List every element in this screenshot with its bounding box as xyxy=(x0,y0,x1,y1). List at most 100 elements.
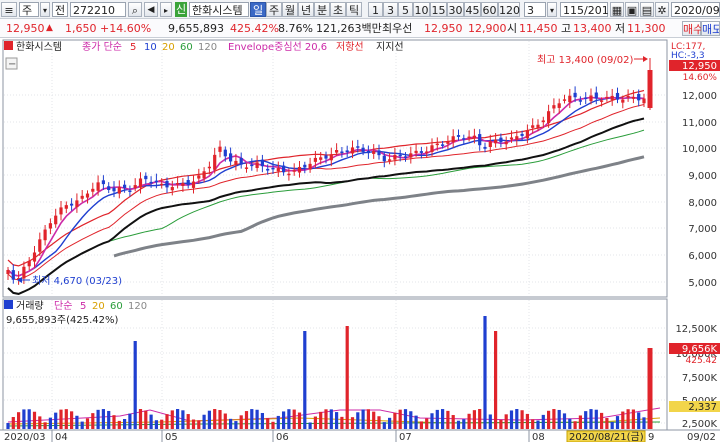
candle-body xyxy=(462,138,466,140)
candle-body xyxy=(43,229,47,241)
volume-bar xyxy=(271,421,275,429)
period-day-button[interactable]: 일 xyxy=(250,2,266,17)
date-label: 08 xyxy=(532,432,545,442)
candle-body xyxy=(112,187,116,192)
legend-envelope: Envelope중심선 20,6 xyxy=(228,41,327,53)
period-month-button[interactable]: 월 xyxy=(282,2,298,17)
candle-body xyxy=(573,92,577,98)
date-input[interactable]: 2020/09/04 xyxy=(671,2,720,17)
turnover: 8.76% xyxy=(278,22,313,35)
period-tick-button[interactable]: 틱 xyxy=(346,2,362,17)
candle-body xyxy=(191,181,196,188)
candle-body xyxy=(366,151,370,154)
candle-body xyxy=(101,180,105,185)
volume-bar xyxy=(552,409,556,429)
best-quote-label: 최우선 xyxy=(382,22,413,35)
interval-button[interactable]: 45 xyxy=(464,2,481,17)
bid-price: 12,900 xyxy=(468,22,507,35)
candle-body xyxy=(494,139,498,144)
interval-button[interactable]: 10 xyxy=(413,2,430,17)
volume-axis-label: 2,500K xyxy=(682,419,718,430)
speaker-icon[interactable]: ◀ xyxy=(144,2,158,17)
current-volume-pct: 425.42 xyxy=(686,356,718,366)
next-arrow-icon[interactable]: ▸ xyxy=(160,2,172,17)
volume-bar xyxy=(446,410,450,429)
volume-bar xyxy=(361,409,365,429)
volume-bar xyxy=(536,420,540,429)
gear-icon[interactable]: ✲ xyxy=(655,2,669,17)
candle-body xyxy=(229,153,233,162)
interval-button[interactable]: 30 xyxy=(447,2,464,17)
volume-bar xyxy=(478,409,482,429)
volume: 9,655,893 xyxy=(168,22,224,35)
price-change: 1,650 xyxy=(65,22,97,35)
volume-bar xyxy=(520,410,524,429)
volume-bar xyxy=(568,418,572,429)
candle-body xyxy=(297,166,302,173)
market-select[interactable]: 주 xyxy=(19,2,39,17)
period-second-button[interactable]: 초 xyxy=(330,2,346,17)
candle-body xyxy=(388,159,392,161)
volume-bar xyxy=(255,409,259,429)
interval-button[interactable]: 3 xyxy=(383,2,398,17)
volume-bar xyxy=(266,418,270,429)
menu-icon[interactable]: ≡ xyxy=(1,2,17,17)
interval-button[interactable]: 1 xyxy=(368,2,383,17)
period-year-button[interactable]: 년 xyxy=(298,2,314,17)
candle-body xyxy=(181,182,185,186)
legend-ma-5: 5 xyxy=(130,42,136,53)
interval-button[interactable]: 120 xyxy=(498,2,520,17)
stock-code-input[interactable]: 272210 xyxy=(70,2,126,17)
candle-body xyxy=(107,186,111,190)
company-name[interactable]: 한화시스템 xyxy=(189,2,249,17)
candle-body xyxy=(32,252,37,262)
volume-bar xyxy=(59,409,63,429)
hc-label: HC:-3,3 xyxy=(671,51,705,61)
legend-ma-20: 20 xyxy=(162,42,175,53)
candle-body xyxy=(308,163,312,170)
candle-body xyxy=(499,137,503,143)
candle-body xyxy=(414,150,418,154)
scope-select[interactable]: 전 xyxy=(52,2,68,17)
stock-chart[interactable]: 한화시스템 종가 단순 5 10 20 60 120 Envelope중심선 2… xyxy=(0,38,720,442)
lock-icon[interactable]: ▣ xyxy=(625,2,639,17)
volume-bar xyxy=(472,410,476,429)
candle-body xyxy=(403,156,408,158)
date-label: 09/02 xyxy=(687,432,716,442)
chevron-down-icon[interactable]: ▾ xyxy=(40,2,50,17)
sell-button[interactable]: 매도 xyxy=(701,21,720,36)
volume-bar xyxy=(610,421,614,429)
candle-body xyxy=(361,147,365,152)
interval-button[interactable]: 5 xyxy=(398,2,413,17)
legend-support: 지지선 xyxy=(376,41,404,53)
legend-resistance: 저항선 xyxy=(336,41,364,53)
volume-bar xyxy=(207,410,211,429)
volume-bar xyxy=(149,414,153,429)
volume-bar xyxy=(488,414,492,429)
volume-bar xyxy=(388,417,392,429)
open-label: 시 xyxy=(507,22,518,35)
candle-body xyxy=(642,98,646,104)
interval-button[interactable]: 15 xyxy=(430,2,447,17)
candle-body xyxy=(202,171,206,179)
candle-body xyxy=(435,143,439,146)
period-week-button[interactable]: 주 xyxy=(266,2,282,17)
period-minute-button[interactable]: 분 xyxy=(314,2,330,17)
buy-button[interactable]: 매수 xyxy=(682,21,703,36)
interval-count-input[interactable]: 3 xyxy=(524,2,546,17)
volume-bar xyxy=(393,412,397,429)
grid-icon[interactable]: ▦ xyxy=(610,2,624,17)
chevron-down-icon[interactable]: ▾ xyxy=(547,2,557,17)
price-axis-label: 10,000 xyxy=(682,144,717,155)
search-icon[interactable]: ⌕ xyxy=(128,2,142,17)
volume-bar xyxy=(504,414,508,429)
layout-icon[interactable]: ▤ xyxy=(640,2,654,17)
volume-bar xyxy=(409,411,413,429)
volume-bar xyxy=(562,413,567,429)
candle-body xyxy=(547,111,551,124)
candle-body xyxy=(303,164,307,168)
high-price: 13,400 xyxy=(573,22,612,35)
candle-body xyxy=(393,154,397,160)
interval-button[interactable]: 60 xyxy=(481,2,498,17)
candle-body xyxy=(584,97,588,100)
